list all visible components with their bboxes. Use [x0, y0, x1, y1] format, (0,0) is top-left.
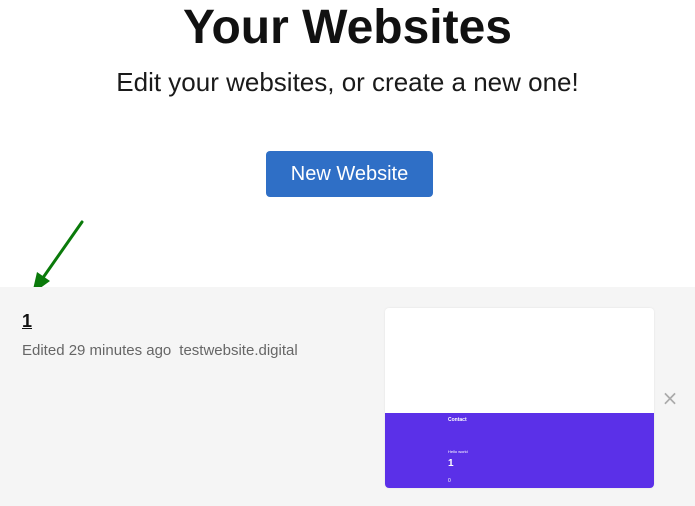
website-meta: Edited 29 minutes ago testwebsite.digital — [22, 342, 298, 359]
website-thumbnail[interactable]: Contact Hello world 1 0 — [385, 308, 654, 488]
website-domain: testwebsite.digital — [179, 342, 298, 359]
new-website-button[interactable]: New Website — [266, 151, 433, 197]
thumbnail-small-text: 0 — [448, 478, 451, 484]
thumbnail-hero-section: Contact Hello world 1 0 — [385, 413, 654, 488]
website-name-link[interactable]: 1 — [22, 311, 32, 332]
websites-page: Your Websites Edit your websites, or cre… — [0, 0, 695, 506]
page-subtitle: Edit your websites, or create a new one! — [116, 67, 579, 97]
page-title: Your Websites — [183, 1, 512, 54]
thumbnail-heading: 1 — [448, 458, 454, 469]
website-list-item: 1 Edited 29 minutes ago testwebsite.digit… — [0, 287, 695, 506]
delete-website-close-icon[interactable]: × — [661, 387, 679, 409]
arrow-annotation-icon — [32, 220, 84, 294]
edited-timestamp: Edited 29 minutes ago — [22, 342, 172, 359]
thumbnail-nav-label: Contact — [448, 417, 467, 423]
thumbnail-hello-text: Hello world — [448, 449, 468, 454]
